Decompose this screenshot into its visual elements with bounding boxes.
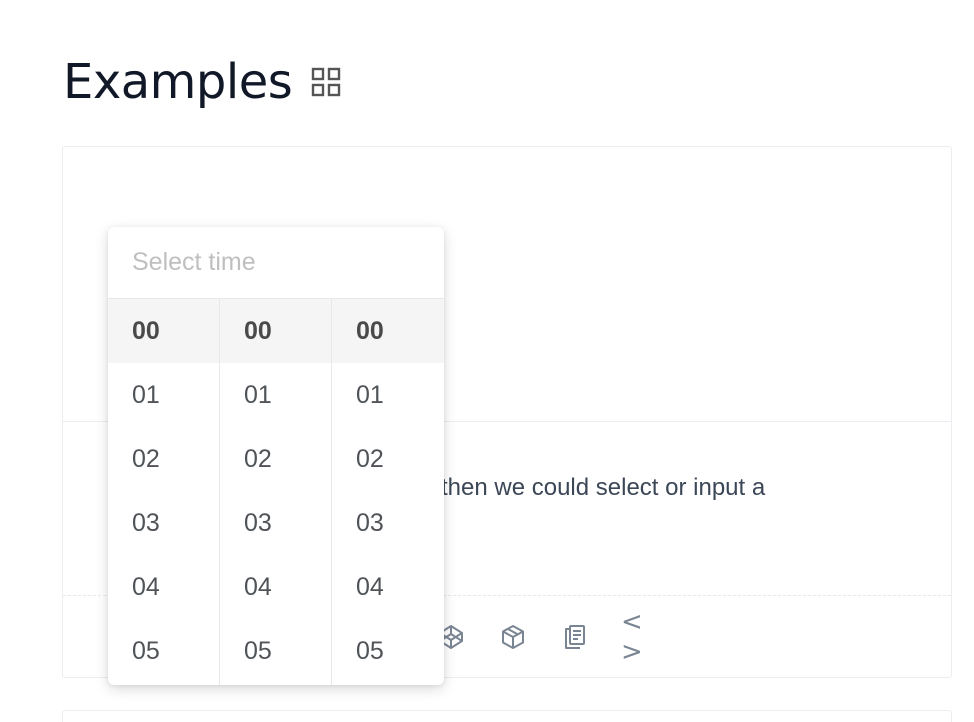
copy-icon[interactable] (559, 621, 591, 653)
second-option[interactable]: 03 (332, 491, 444, 555)
codesandbox-icon[interactable] (497, 621, 529, 653)
grid-icon[interactable] (310, 66, 342, 98)
hour-option[interactable]: 00 (108, 299, 219, 363)
page-title: Examples (63, 54, 293, 110)
hour-option[interactable]: 03 (108, 491, 219, 555)
minute-option[interactable]: 04 (220, 555, 331, 619)
examples-heading: Examples (63, 52, 342, 112)
minute-option[interactable]: 05 (220, 619, 331, 683)
hour-option[interactable]: 01 (108, 363, 219, 427)
second-option[interactable]: 02 (332, 427, 444, 491)
second-option[interactable]: 00 (332, 299, 444, 363)
second-option[interactable]: 01 (332, 363, 444, 427)
code-actions: < > (435, 607, 653, 667)
time-input[interactable] (132, 248, 412, 277)
minute-option[interactable]: 03 (220, 491, 331, 555)
description-text: then we could select or input a (441, 474, 766, 501)
hour-column[interactable]: 00 01 02 03 04 05 (108, 299, 220, 685)
second-option[interactable]: 04 (332, 555, 444, 619)
minute-option[interactable]: 01 (220, 363, 331, 427)
minute-column[interactable]: 00 01 02 03 04 05 (220, 299, 332, 685)
minute-option[interactable]: 02 (220, 427, 331, 491)
hour-option[interactable]: 05 (108, 619, 219, 683)
second-option[interactable]: 05 (332, 619, 444, 683)
page: Examples then we could select or input a (0, 0, 974, 722)
second-column[interactable]: 00 01 02 03 04 05 (332, 299, 444, 685)
time-input-wrapper (108, 227, 444, 299)
hour-option[interactable]: 02 (108, 427, 219, 491)
hour-option[interactable]: 04 (108, 555, 219, 619)
code-icon[interactable]: < > (621, 607, 653, 667)
time-columns: 00 01 02 03 04 05 00 01 02 03 04 05 00 0… (108, 299, 444, 685)
minute-option[interactable]: 00 (220, 299, 331, 363)
time-picker-dropdown: 00 01 02 03 04 05 00 01 02 03 04 05 00 0… (108, 227, 444, 685)
next-example-card (62, 710, 952, 722)
